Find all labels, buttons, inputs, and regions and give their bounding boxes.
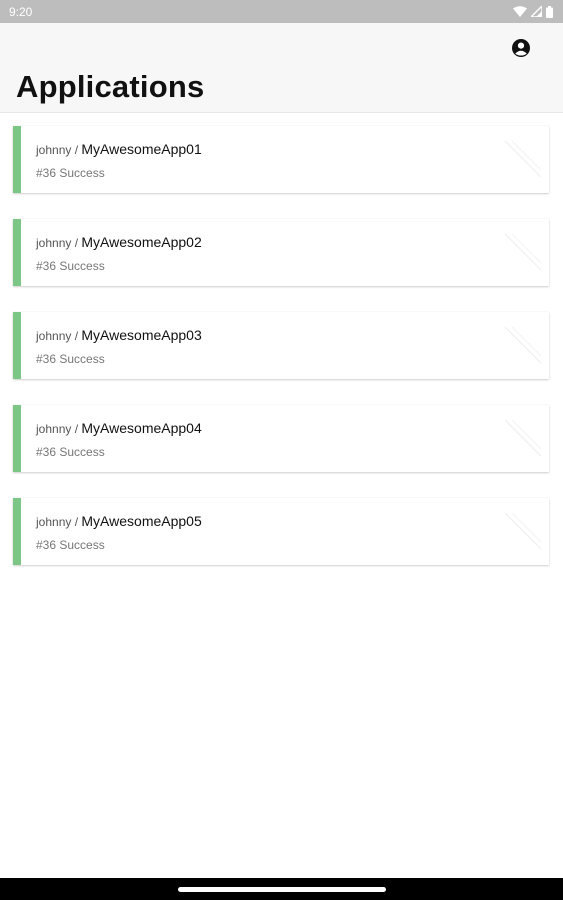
application-card[interactable]: johnny / MyAwesomeApp05 #36 Success [13, 498, 549, 565]
owner-separator: / [71, 329, 82, 343]
app-name: MyAwesomeApp04 [81, 420, 202, 436]
application-card[interactable]: johnny / MyAwesomeApp03 #36 Success [13, 312, 549, 379]
account-circle-icon [511, 38, 531, 63]
card-title: johnny / MyAwesomeApp05 [36, 513, 202, 529]
app-name: MyAwesomeApp03 [81, 327, 202, 343]
wifi-icon [513, 6, 527, 17]
owner-separator: / [71, 143, 82, 157]
owner-separator: / [71, 515, 82, 529]
status-bar: 9:20 [0, 0, 563, 23]
battery-icon [546, 5, 553, 18]
application-card[interactable]: johnny / MyAwesomeApp04 #36 Success [13, 405, 549, 472]
placeholder-image-icon [504, 140, 542, 178]
app-name: MyAwesomeApp05 [81, 513, 202, 529]
app-owner: johnny [36, 422, 72, 436]
status-icons [513, 5, 553, 18]
app-bar: Applications [0, 23, 563, 113]
app-owner: johnny [36, 329, 72, 343]
build-status: #36 Success [36, 445, 105, 459]
owner-separator: / [71, 422, 82, 436]
card-title: johnny / MyAwesomeApp04 [36, 420, 202, 436]
application-card[interactable]: johnny / MyAwesomeApp01 #36 Success [13, 126, 549, 193]
account-button[interactable] [509, 38, 533, 62]
placeholder-image-icon [504, 512, 542, 550]
card-title: johnny / MyAwesomeApp01 [36, 141, 202, 157]
build-status: #36 Success [36, 259, 105, 273]
card-title: johnny / MyAwesomeApp02 [36, 234, 202, 250]
application-list: johnny / MyAwesomeApp01 #36 Success john… [13, 126, 549, 591]
build-status: #36 Success [36, 538, 105, 552]
owner-separator: / [71, 236, 82, 250]
cell-signal-icon [531, 6, 542, 17]
app-name: MyAwesomeApp02 [81, 234, 202, 250]
application-card[interactable]: johnny / MyAwesomeApp02 #36 Success [13, 219, 549, 286]
navigation-bar [0, 878, 563, 900]
app-owner: johnny [36, 236, 72, 250]
app-owner: johnny [36, 143, 72, 157]
build-status: #36 Success [36, 352, 105, 366]
status-time: 9:20 [9, 4, 33, 19]
build-status: #36 Success [36, 166, 105, 180]
page-title: Applications [16, 69, 205, 104]
placeholder-image-icon [504, 419, 542, 457]
app-owner: johnny [36, 515, 72, 529]
card-title: johnny / MyAwesomeApp03 [36, 327, 202, 343]
placeholder-image-icon [504, 233, 542, 271]
home-gesture-handle[interactable] [178, 887, 386, 892]
app-name: MyAwesomeApp01 [81, 141, 202, 157]
placeholder-image-icon [504, 326, 542, 364]
